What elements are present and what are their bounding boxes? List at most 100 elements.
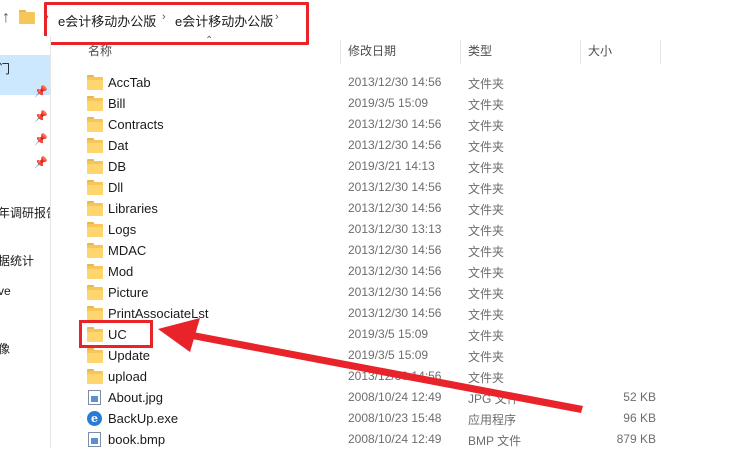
- file-row[interactable]: Bill 2019/3/5 15:09 文件夹: [80, 93, 736, 114]
- sidebar-item-label[interactable]: ve: [0, 284, 11, 298]
- file-date: 2013/12/30 14:56: [348, 201, 442, 215]
- file-row[interactable]: Logs 2013/12/30 13:13 文件夹: [80, 219, 736, 240]
- column-header-size[interactable]: 大小: [588, 36, 612, 66]
- folder-icon: [87, 306, 103, 321]
- file-name: Update: [108, 348, 150, 363]
- exe-icon: e: [87, 411, 103, 426]
- folder-icon: [87, 96, 103, 111]
- file-type: 文件夹: [468, 203, 505, 217]
- file-row[interactable]: book.bmp 2008/10/24 12:49 BMP 文件 879 KB: [80, 429, 736, 450]
- file-type: 文件夹: [468, 371, 505, 385]
- folder-icon: [87, 138, 103, 153]
- file-name: Contracts: [108, 117, 164, 132]
- file-type: 应用程序: [468, 413, 517, 427]
- file-name: About.jpg: [108, 390, 163, 405]
- column-header-date[interactable]: 修改日期: [348, 36, 396, 66]
- file-type: 文件夹: [468, 245, 505, 259]
- file-date: 2019/3/21 14:13: [348, 159, 435, 173]
- file-type: 文件夹: [468, 329, 505, 343]
- file-name: upload: [108, 369, 148, 384]
- file-type: 文件夹: [468, 308, 505, 322]
- file-name: book.bmp: [108, 432, 166, 447]
- file-date: 2013/12/30 14:56: [348, 75, 442, 89]
- address-highlight-box: [44, 2, 309, 45]
- file-date: 2013/12/30 14:56: [348, 180, 442, 194]
- file-date: 2008/10/24 12:49: [348, 432, 442, 446]
- folder-icon: [87, 348, 103, 363]
- pin-icon: 📌: [34, 111, 48, 123]
- file-row[interactable]: PrintAssociateLst 2013/12/30 14:56 文件夹: [80, 303, 736, 324]
- folder-icon: [87, 222, 103, 237]
- file-row[interactable]: upload 2013/12/30 14:56 文件夹: [80, 366, 736, 387]
- file-name: Picture: [108, 285, 149, 300]
- file-type: 文件夹: [468, 266, 505, 280]
- column-divider[interactable]: [460, 40, 461, 64]
- file-row[interactable]: Mod 2013/12/30 14:56 文件夹: [80, 261, 736, 282]
- file-date: 2019/3/5 15:09: [348, 327, 429, 341]
- file-row[interactable]: Dll 2013/12/30 14:56 文件夹: [80, 177, 736, 198]
- file-size: 52 KB: [623, 390, 656, 404]
- file-date: 2013/12/30 14:56: [348, 264, 442, 278]
- file-name: DB: [108, 159, 127, 174]
- file-type: 文件夹: [468, 119, 505, 133]
- file-date: 2013/12/30 13:13: [348, 222, 442, 236]
- file-name: PrintAssociateLst: [108, 306, 209, 321]
- file-type: BMP 文件: [468, 434, 522, 448]
- file-name: AccTab: [108, 75, 151, 90]
- file-name: Bill: [108, 96, 126, 111]
- file-row[interactable]: MDAC 2013/12/30 14:56 文件夹: [80, 240, 736, 261]
- folder-icon: [87, 75, 103, 90]
- pin-icon: 📌: [34, 134, 48, 146]
- file-type: 文件夹: [468, 98, 505, 112]
- up-arrow-icon[interactable]: ↑: [0, 8, 14, 28]
- sort-caret-icon: ⌃: [205, 35, 214, 46]
- file-row[interactable]: AccTab 2013/12/30 14:56 文件夹: [80, 72, 736, 93]
- navigation-pane: 门 📌 📌 📌 📌 年调研报告 据统计 ve 像: [0, 36, 51, 448]
- file-date: 2013/12/30 14:56: [348, 117, 442, 131]
- uc-highlight-box: [79, 320, 153, 348]
- file-type: 文件夹: [468, 77, 505, 91]
- column-header-type[interactable]: 类型: [468, 36, 492, 66]
- folder-icon: [87, 180, 103, 195]
- file-name: Libraries: [108, 201, 158, 216]
- column-divider[interactable]: [660, 40, 661, 64]
- file-date: 2013/12/30 14:56: [348, 369, 442, 383]
- folder-icon: [87, 369, 103, 384]
- file-type: 文件夹: [468, 350, 505, 364]
- file-row[interactable]: Dat 2013/12/30 14:56 文件夹: [80, 135, 736, 156]
- folder-icon: [87, 243, 103, 258]
- file-row[interactable]: About.jpg 2008/10/24 12:49 JPG 文件 52 KB: [80, 387, 736, 408]
- folder-icon: [19, 10, 35, 24]
- sidebar-item-label[interactable]: 门: [0, 60, 10, 77]
- folder-icon: [87, 285, 103, 300]
- file-type: 文件夹: [468, 224, 505, 238]
- file-name: MDAC: [108, 243, 147, 258]
- column-header-name[interactable]: 名称: [88, 36, 112, 66]
- file-name: Dll: [108, 180, 124, 195]
- file-row[interactable]: Libraries 2013/12/30 14:56 文件夹: [80, 198, 736, 219]
- file-type: 文件夹: [468, 161, 505, 175]
- file-date: 2008/10/23 15:48: [348, 411, 442, 425]
- sidebar-item-label[interactable]: 据统计: [0, 252, 34, 269]
- sidebar-item-label[interactable]: 像: [0, 340, 10, 357]
- file-name: Logs: [108, 222, 137, 237]
- sidebar-item-label[interactable]: 年调研报告: [0, 204, 50, 221]
- file-row[interactable]: Contracts 2013/12/30 14:56 文件夹: [80, 114, 736, 135]
- pin-icon: 📌: [34, 157, 48, 169]
- file-row[interactable]: Update 2019/3/5 15:09 文件夹: [80, 345, 736, 366]
- folder-icon: [87, 159, 103, 174]
- file-date: 2019/3/5 15:09: [348, 96, 429, 110]
- folder-icon: [87, 117, 103, 132]
- file-row-uc[interactable]: UC 2019/3/5 15:09 文件夹: [80, 324, 736, 345]
- file-size: 879 KB: [616, 432, 656, 446]
- file-date: 2019/3/5 15:09: [348, 348, 429, 362]
- column-divider[interactable]: [340, 40, 341, 64]
- file-row[interactable]: e BackUp.exe 2008/10/23 15:48 应用程序 96 KB: [80, 408, 736, 429]
- file-date: 2013/12/30 14:56: [348, 306, 442, 320]
- file-type: 文件夹: [468, 182, 505, 196]
- file-name: BackUp.exe: [108, 411, 179, 426]
- file-row[interactable]: Picture 2013/12/30 14:56 文件夹: [80, 282, 736, 303]
- column-divider[interactable]: [580, 40, 581, 64]
- pin-icon: 📌: [34, 86, 48, 98]
- file-row[interactable]: DB 2019/3/21 14:13 文件夹: [80, 156, 736, 177]
